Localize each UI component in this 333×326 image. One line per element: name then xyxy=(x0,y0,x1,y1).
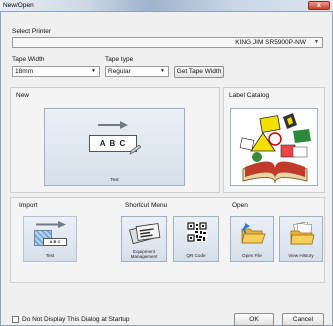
equipment-management-tile[interactable]: Equipment Management xyxy=(121,216,167,262)
select-printer-label: Select Printer xyxy=(12,28,52,35)
open-folder-icon xyxy=(241,223,266,244)
startup-checkbox-label: Do Not Display This Dialog at Startup xyxy=(22,316,130,323)
tape-type-value: Regular xyxy=(108,68,131,75)
startup-checkbox[interactable] xyxy=(12,316,19,323)
import-text-tile[interactable]: A B C Text xyxy=(23,216,77,262)
qr-code-icon xyxy=(187,222,207,242)
tape-width-label: Tape Width xyxy=(12,56,45,63)
chevron-down-icon: ▼ xyxy=(91,68,96,74)
new-text-tile[interactable]: A B C Text xyxy=(44,108,185,186)
arrow-right-icon xyxy=(36,221,66,228)
view-history-tile[interactable]: View History xyxy=(279,216,323,262)
ok-button[interactable]: OK xyxy=(234,313,274,326)
open-file-label: Open File xyxy=(242,253,262,258)
printer-value: KING JIM SR5900P-NW xyxy=(235,39,306,46)
pencil-icon xyxy=(129,145,141,155)
arrow-right-icon xyxy=(98,121,128,129)
cancel-button[interactable]: Cancel xyxy=(282,313,324,326)
new-open-dialog: Select Printer KING JIM SR5900P-NW ▼ Tap… xyxy=(0,12,333,326)
import-tape-preview: A B C xyxy=(43,238,67,246)
chevron-down-icon: ▼ xyxy=(314,39,319,45)
chevron-down-icon: ▼ xyxy=(160,68,165,74)
close-button[interactable]: x xyxy=(308,1,330,10)
equipment-management-label: Equipment Management xyxy=(130,249,158,259)
printer-select[interactable]: KING JIM SR5900P-NW ▼ xyxy=(12,37,323,48)
tape-width-value: 18mm xyxy=(15,68,34,75)
import-title: Import xyxy=(19,202,38,209)
tape-width-select[interactable]: 18mm ▼ xyxy=(12,66,100,77)
open-title: Open xyxy=(232,202,248,209)
shortcut-menu-title: Shortcut Menu xyxy=(125,202,168,209)
open-file-tile[interactable]: Open File xyxy=(230,216,274,262)
bottom-group-panel: Import A B C Text Shortcut Menu Equipmen… xyxy=(10,197,325,283)
new-text-label: Text xyxy=(110,177,119,182)
qr-code-tile[interactable]: QR Code xyxy=(173,216,219,262)
view-history-label: View History xyxy=(288,253,314,258)
title-bar: New/Open x xyxy=(0,0,333,12)
import-text-label: Text xyxy=(45,253,55,258)
label-catalog-title: Label Catalog xyxy=(229,92,270,99)
equipment-labels-icon xyxy=(129,223,161,245)
tape-type-label: Tape type xyxy=(105,56,134,63)
label-catalog-panel: Label Catalog xyxy=(223,87,325,193)
new-panel: New A B C Text xyxy=(10,87,220,193)
label-catalog-tile[interactable] xyxy=(230,108,318,186)
history-folder-icon xyxy=(290,222,315,245)
qr-code-label: QR Code xyxy=(186,253,206,258)
new-section-title: New xyxy=(16,92,30,99)
label-book-icon xyxy=(239,113,311,184)
close-icon: x xyxy=(317,2,321,9)
get-tape-width-button[interactable]: Get Tape Width xyxy=(174,66,224,78)
tape-type-select[interactable]: Regular ▼ xyxy=(105,66,169,77)
window-title: New/Open xyxy=(3,2,34,9)
